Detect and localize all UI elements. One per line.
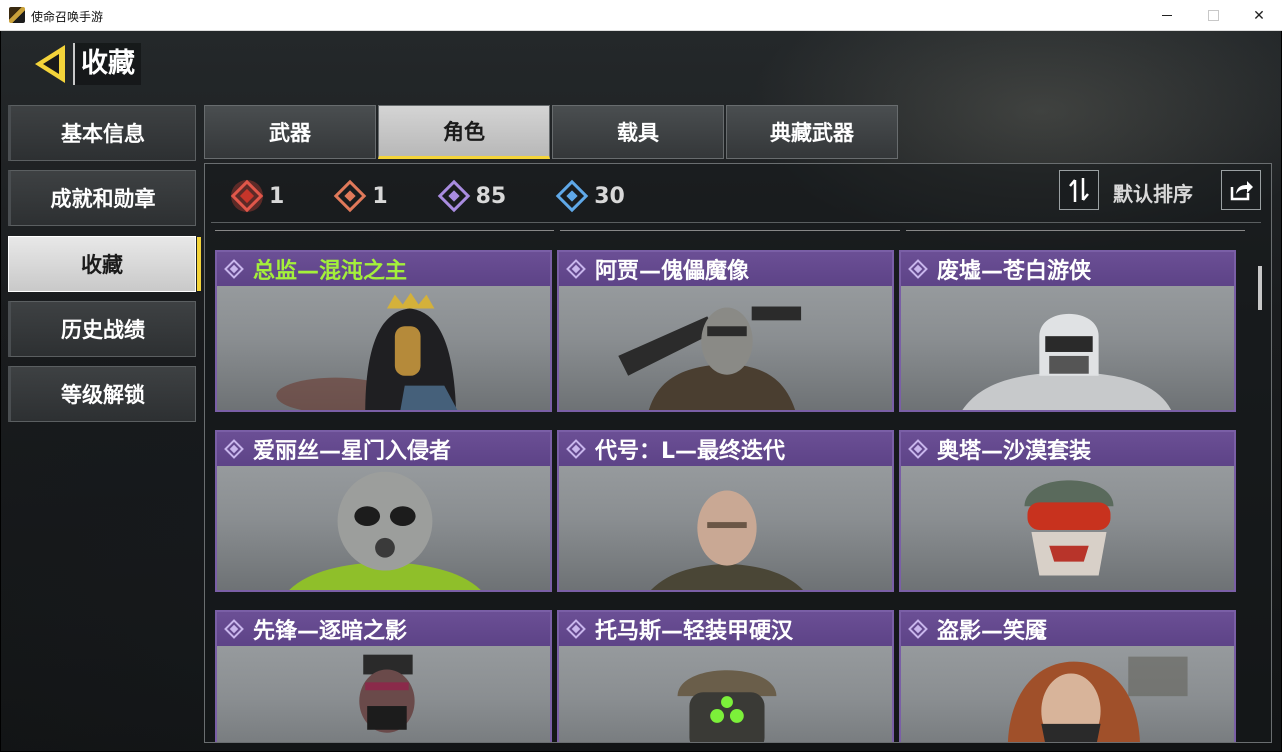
character-card[interactable]: 先锋—逐暗之影 [215, 610, 552, 742]
sort-arrows-icon [1069, 178, 1089, 202]
card-header: 盗影—笑魇 [901, 612, 1234, 646]
rare-rarity-icon [555, 179, 589, 213]
character-portrait [359, 654, 415, 733]
character-card[interactable]: 奥塔—沙漠套装 [899, 430, 1236, 592]
epic-rarity-icon [566, 259, 586, 279]
character-card[interactable]: 盗影—笑魇 [899, 610, 1236, 742]
epic-rarity-icon [908, 259, 928, 279]
character-card[interactable]: 爱丽丝—星门入侵者 [215, 430, 552, 592]
share-icon [1230, 181, 1253, 201]
sidebar-item-history[interactable]: 历史战绩 [8, 301, 196, 357]
sidebar-item-achievements[interactable]: 成就和勋章 [8, 170, 196, 226]
character-portrait [677, 670, 777, 742]
minimize-button[interactable] [1144, 0, 1190, 31]
tab-vehicles[interactable]: 载具 [552, 105, 724, 159]
character-name: 奥塔—沙漠套装 [937, 439, 1092, 464]
stat-mythic-count: 1 [269, 183, 285, 209]
character-portrait [1024, 480, 1114, 576]
game-screen: 收藏 基本信息 成就和勋章 收藏 历史战绩 等级解锁 武器 角色 载具 典藏武器… [1, 31, 1281, 751]
sidebar-item-collection[interactable]: 收藏 [8, 236, 201, 292]
scrollbar-thumb[interactable] [1258, 266, 1262, 310]
character-card[interactable]: 阿贾—傀儡魔像 [557, 250, 894, 412]
sidebar-item-level-unlock[interactable]: 等级解锁 [8, 366, 196, 422]
epic-rarity-icon [908, 439, 928, 459]
character-portrait [651, 490, 803, 590]
epic-rarity-icon [224, 259, 244, 279]
stat-rare-count: 30 [594, 183, 625, 209]
character-grid: 总监—混沌之主 阿贾—傀儡魔像 废墟—苍白游侠 爱丽丝—星门入侵者 代号：L—最… [213, 230, 1247, 742]
card-header: 阿贾—傀儡魔像 [559, 252, 892, 286]
stat-rare: 30 [554, 178, 625, 214]
share-button[interactable] [1221, 170, 1261, 210]
stat-legendary-count: 1 [372, 183, 388, 209]
scrollbar[interactable] [1257, 260, 1263, 730]
character-card[interactable]: 废墟—苍白游侠 [899, 250, 1236, 412]
epic-rarity-icon [224, 619, 244, 639]
sort-label[interactable]: 默认排序 [1113, 178, 1193, 207]
tab-weapons[interactable]: 武器 [204, 105, 376, 159]
tab-collector-weapons[interactable]: 典藏武器 [726, 105, 898, 159]
mythic-rarity-icon [230, 179, 264, 213]
app-icon [9, 7, 25, 23]
back-arrow-icon [35, 45, 65, 83]
character-name: 废墟—苍白游侠 [937, 259, 1092, 284]
character-name: 阿贾—傀儡魔像 [595, 259, 750, 284]
epic-rarity-icon [224, 439, 244, 459]
maximize-button[interactable] [1190, 0, 1236, 31]
close-button[interactable] [1236, 0, 1282, 31]
previous-row-edge [215, 230, 1245, 233]
character-name: 盗影—笑魇 [937, 619, 1048, 644]
page-title: 收藏 [73, 43, 141, 85]
character-name: 先锋—逐暗之影 [253, 619, 408, 644]
stat-legendary: 1 [332, 178, 388, 214]
stat-epic-count: 85 [475, 183, 507, 209]
card-header: 代号：L—最终迭代 [559, 432, 892, 466]
card-header: 废墟—苍白游侠 [901, 252, 1234, 286]
character-portrait [276, 292, 458, 410]
character-card[interactable]: 代号：L—最终迭代 [557, 430, 894, 592]
character-name: 爱丽丝—星门入侵者 [253, 439, 452, 464]
legendary-rarity-icon [334, 179, 367, 213]
character-card[interactable]: 托马斯—轻装甲硬汉 [557, 610, 894, 742]
epic-rarity-icon [908, 619, 928, 639]
card-header: 奥塔—沙漠套装 [901, 432, 1234, 466]
window-title: 使命召唤手游 [31, 10, 104, 24]
collection-panel: 1 1 85 30 默认排序 总监—混沌之主 阿贾—傀儡魔像 废墟—苍白游侠 爱… [204, 163, 1272, 743]
character-portrait [618, 306, 802, 410]
card-header: 托马斯—轻装甲硬汉 [559, 612, 892, 646]
window-title-bar: 使命召唤手游 [0, 0, 1282, 31]
back-button[interactable] [31, 43, 71, 85]
character-portrait [289, 471, 481, 590]
card-header: 爱丽丝—星门入侵者 [217, 432, 550, 466]
card-header: 总监—混沌之主 [217, 252, 550, 286]
character-portrait [962, 313, 1171, 410]
stat-epic: 85 [436, 178, 507, 214]
stats-divider [211, 222, 1261, 223]
sort-button[interactable] [1059, 170, 1099, 210]
stat-mythic: 1 [229, 178, 284, 214]
character-portrait [1007, 656, 1188, 742]
sidebar-item-basic-info[interactable]: 基本信息 [8, 105, 196, 161]
tab-characters[interactable]: 角色 [378, 105, 550, 159]
card-header: 先锋—逐暗之影 [217, 612, 550, 646]
epic-rarity-icon [437, 179, 470, 213]
character-name: 总监—混沌之主 [253, 259, 408, 284]
epic-rarity-icon [566, 619, 586, 639]
character-name: 代号：L—最终迭代 [595, 439, 786, 464]
rarity-stats: 1 1 85 30 [229, 176, 673, 216]
epic-rarity-icon [566, 439, 586, 459]
character-card[interactable]: 总监—混沌之主 [215, 250, 552, 412]
character-name: 托马斯—轻装甲硬汉 [595, 619, 794, 644]
